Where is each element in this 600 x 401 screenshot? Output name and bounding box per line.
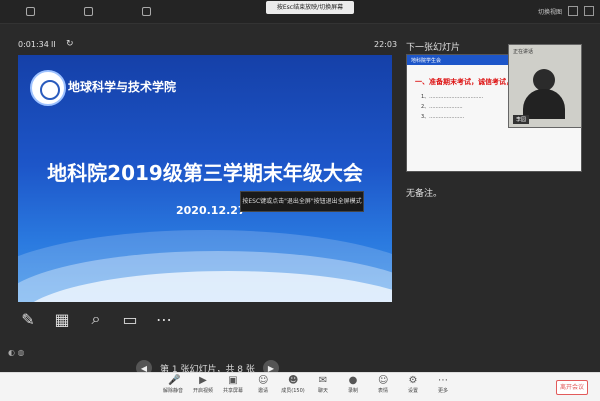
toolbar-icon bbox=[84, 7, 93, 16]
leave-meeting-button[interactable]: 离开会议 bbox=[556, 380, 588, 395]
more-icon: ⋯ bbox=[438, 375, 448, 386]
emoji-icon: ☺ bbox=[378, 375, 389, 386]
reset-timer-button[interactable]: ↻ bbox=[66, 39, 74, 49]
current-time: 22:03 bbox=[374, 40, 398, 49]
thumbnail-header: 地科院学生会 bbox=[411, 58, 442, 64]
screen-icon[interactable]: ▭ bbox=[120, 309, 140, 329]
school-logo-icon bbox=[30, 70, 66, 106]
thumbnail-line: 2、..................... bbox=[421, 104, 463, 110]
toolbar-item-2[interactable] bbox=[84, 7, 96, 16]
microphone-icon: 🎤 bbox=[168, 375, 181, 386]
record-icon: ● bbox=[348, 375, 358, 386]
magnifier-icon[interactable]: ⌕ bbox=[86, 309, 106, 329]
next-slide-label: 下一张幻灯片 bbox=[406, 43, 461, 53]
toolbar-item-3[interactable] bbox=[142, 7, 154, 16]
share-screen-icon: ▣ bbox=[228, 375, 238, 386]
participant-head bbox=[533, 69, 555, 91]
minimize-icon[interactable] bbox=[568, 6, 578, 16]
current-slide[interactable]: 地球科学与技术学院 地科院2019级第三学期末年级大会 2020.12.27 按… bbox=[18, 55, 392, 302]
fullscreen-hint: 按Esc结束放映/切换屏幕 bbox=[266, 1, 354, 14]
members-button[interactable]: ☻ 成员(150) bbox=[280, 375, 306, 395]
unmute-button[interactable]: 🎤 解除静音 bbox=[160, 375, 186, 395]
members-icon: ☻ bbox=[288, 375, 299, 386]
speaking-label: 正在讲话 bbox=[513, 49, 534, 55]
camera-icon: ▶ bbox=[199, 375, 207, 386]
gear-icon: ⚙ bbox=[408, 375, 418, 386]
share-screen-button[interactable]: ▣ 共享屏幕 bbox=[220, 375, 246, 395]
thumbnail-line: 1、.................................. bbox=[421, 94, 484, 100]
toolbar-icon bbox=[26, 7, 35, 16]
chat-icon: ✉ bbox=[318, 375, 328, 386]
reactions-button[interactable]: ☺ 表情 bbox=[370, 375, 396, 395]
speaker-notes: 无备注。 bbox=[406, 189, 443, 199]
meeting-toolbar: 🎤 解除静音 ▶ 开启视频 ▣ 共享屏幕 ☺ 邀请 ☻ 成员(150) ✉ 聊天 ● 录制 ☺… bbox=[0, 372, 600, 401]
exit-fullscreen-tooltip: 按ESC键或点击"退出全屏"按钮退出全屏模式 bbox=[240, 191, 364, 212]
invite-icon: ☺ bbox=[258, 375, 269, 386]
invite-button[interactable]: ☺ 邀请 bbox=[250, 375, 276, 395]
school-name: 地球科学与技术学院 bbox=[68, 80, 177, 94]
pen-icon[interactable]: ✎ bbox=[18, 309, 38, 329]
record-button[interactable]: ● 录制 bbox=[340, 375, 366, 395]
thumbnail-line: 3、...................... bbox=[421, 114, 465, 120]
participant-body bbox=[523, 89, 565, 119]
logo-inner-ring bbox=[40, 80, 60, 100]
presenter-tools: ✎ ▦ ⌕ ▭ ⋯ bbox=[18, 309, 174, 329]
close-icon[interactable] bbox=[584, 6, 594, 16]
toolbar-item-1[interactable] bbox=[26, 7, 38, 16]
more-button[interactable]: ⋯ 更多 bbox=[430, 375, 456, 395]
participant-name: 李园 bbox=[513, 115, 530, 124]
top-toolbar: 按Esc结束放映/切换屏幕 切换视图 bbox=[0, 0, 600, 24]
slide-title: 地科院2019级第三学期末年级大会 bbox=[47, 161, 363, 185]
more-icon[interactable]: ⋯ bbox=[154, 309, 174, 329]
switch-view-button[interactable]: 切换视图 bbox=[538, 7, 562, 16]
toolbar-icon bbox=[142, 7, 151, 16]
camera-mini-icon[interactable]: ◐ ◍ bbox=[8, 348, 25, 357]
chat-button[interactable]: ✉ 聊天 bbox=[310, 375, 336, 395]
pause-button[interactable]: II bbox=[51, 40, 56, 49]
participant-video[interactable]: 正在讲话 李园 bbox=[508, 44, 582, 128]
window-controls: 切换视图 bbox=[538, 6, 594, 16]
grid-icon[interactable]: ▦ bbox=[52, 309, 72, 329]
settings-button[interactable]: ⚙ 设置 bbox=[400, 375, 426, 395]
elapsed-timer: 0:01:34 bbox=[18, 40, 49, 49]
slide-date: 2020.12.27 bbox=[176, 204, 246, 217]
start-video-button[interactable]: ▶ 开启视频 bbox=[190, 375, 216, 395]
